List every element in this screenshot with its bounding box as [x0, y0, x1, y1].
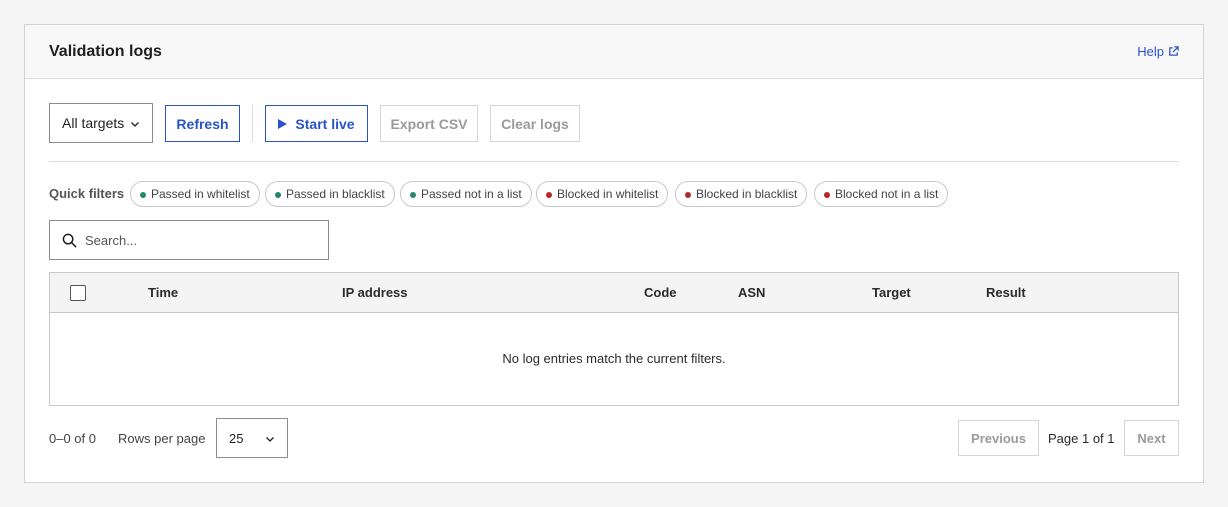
panel-title: Validation logs [49, 43, 162, 60]
empty-state-message: No log entries match the current filters… [502, 351, 726, 366]
search-icon [62, 233, 77, 248]
chip-blocked-not-in-list[interactable]: Blocked not in a list [814, 181, 949, 207]
clear-logs-button[interactable]: Clear logs [490, 105, 580, 142]
status-dot [275, 192, 281, 198]
chip-blocked-in-blacklist[interactable]: Blocked in blacklist [675, 181, 808, 207]
chip-passed-not-in-list[interactable]: Passed not in a list [400, 181, 532, 207]
pagination-range: 0–0 of 0 [49, 431, 96, 446]
target-select-value: All targets [62, 115, 125, 131]
status-dot [546, 192, 552, 198]
rows-per-page-label: Rows per page [118, 431, 206, 446]
rows-per-page-select[interactable]: 25 [216, 418, 288, 458]
column-header-asn[interactable]: ASN [738, 285, 765, 300]
rows-per-page-value: 25 [229, 430, 244, 446]
chip-label: Passed not in a list [421, 187, 522, 201]
column-header-code[interactable]: Code [644, 285, 677, 300]
toolbar-divider [252, 105, 253, 142]
help-label: Help [1137, 44, 1164, 59]
export-csv-button[interactable]: Export CSV [380, 105, 478, 142]
column-header-target[interactable]: Target [872, 285, 911, 300]
chip-label: Blocked in blacklist [696, 187, 798, 201]
toolbar-separator [49, 161, 1179, 162]
chip-label: Passed in blacklist [286, 187, 385, 201]
status-dot [140, 192, 146, 198]
search-box[interactable] [49, 220, 329, 260]
chip-label: Blocked not in a list [835, 187, 939, 201]
logs-table: Time IP address Code ASN Target Result N… [49, 272, 1179, 406]
validation-logs-panel: Validation logs Help All targets Refresh… [24, 24, 1204, 483]
chip-blocked-in-whitelist[interactable]: Blocked in whitelist [536, 181, 669, 207]
external-link-icon [1169, 46, 1179, 56]
start-live-label: Start live [295, 115, 355, 132]
refresh-button[interactable]: Refresh [165, 105, 240, 142]
table-header: Time IP address Code ASN Target Result [50, 273, 1178, 313]
next-page-button[interactable]: Next [1124, 420, 1179, 456]
status-dot [824, 192, 830, 198]
select-all-checkbox[interactable] [70, 285, 86, 301]
chevron-down-icon [131, 122, 139, 127]
chip-passed-in-blacklist[interactable]: Passed in blacklist [265, 181, 395, 207]
status-dot [410, 192, 416, 198]
status-dot [685, 192, 691, 198]
column-header-result[interactable]: Result [986, 285, 1026, 300]
help-link[interactable]: Help [1137, 44, 1179, 59]
column-header-time[interactable]: Time [148, 285, 178, 300]
previous-page-button[interactable]: Previous [958, 420, 1039, 456]
chip-label: Passed in whitelist [151, 187, 250, 201]
chevron-down-icon [266, 437, 274, 442]
chip-label: Blocked in whitelist [557, 187, 659, 201]
target-select[interactable]: All targets [49, 103, 153, 143]
play-icon [278, 118, 288, 129]
start-live-button[interactable]: Start live [265, 105, 368, 142]
panel-header: Validation logs Help [25, 25, 1203, 79]
column-header-ip-address[interactable]: IP address [342, 285, 408, 300]
quick-filters-label: Quick filters [49, 186, 125, 201]
page-indicator: Page 1 of 1 [1048, 431, 1115, 446]
chip-passed-in-whitelist[interactable]: Passed in whitelist [130, 181, 260, 207]
search-input[interactable] [85, 221, 320, 259]
